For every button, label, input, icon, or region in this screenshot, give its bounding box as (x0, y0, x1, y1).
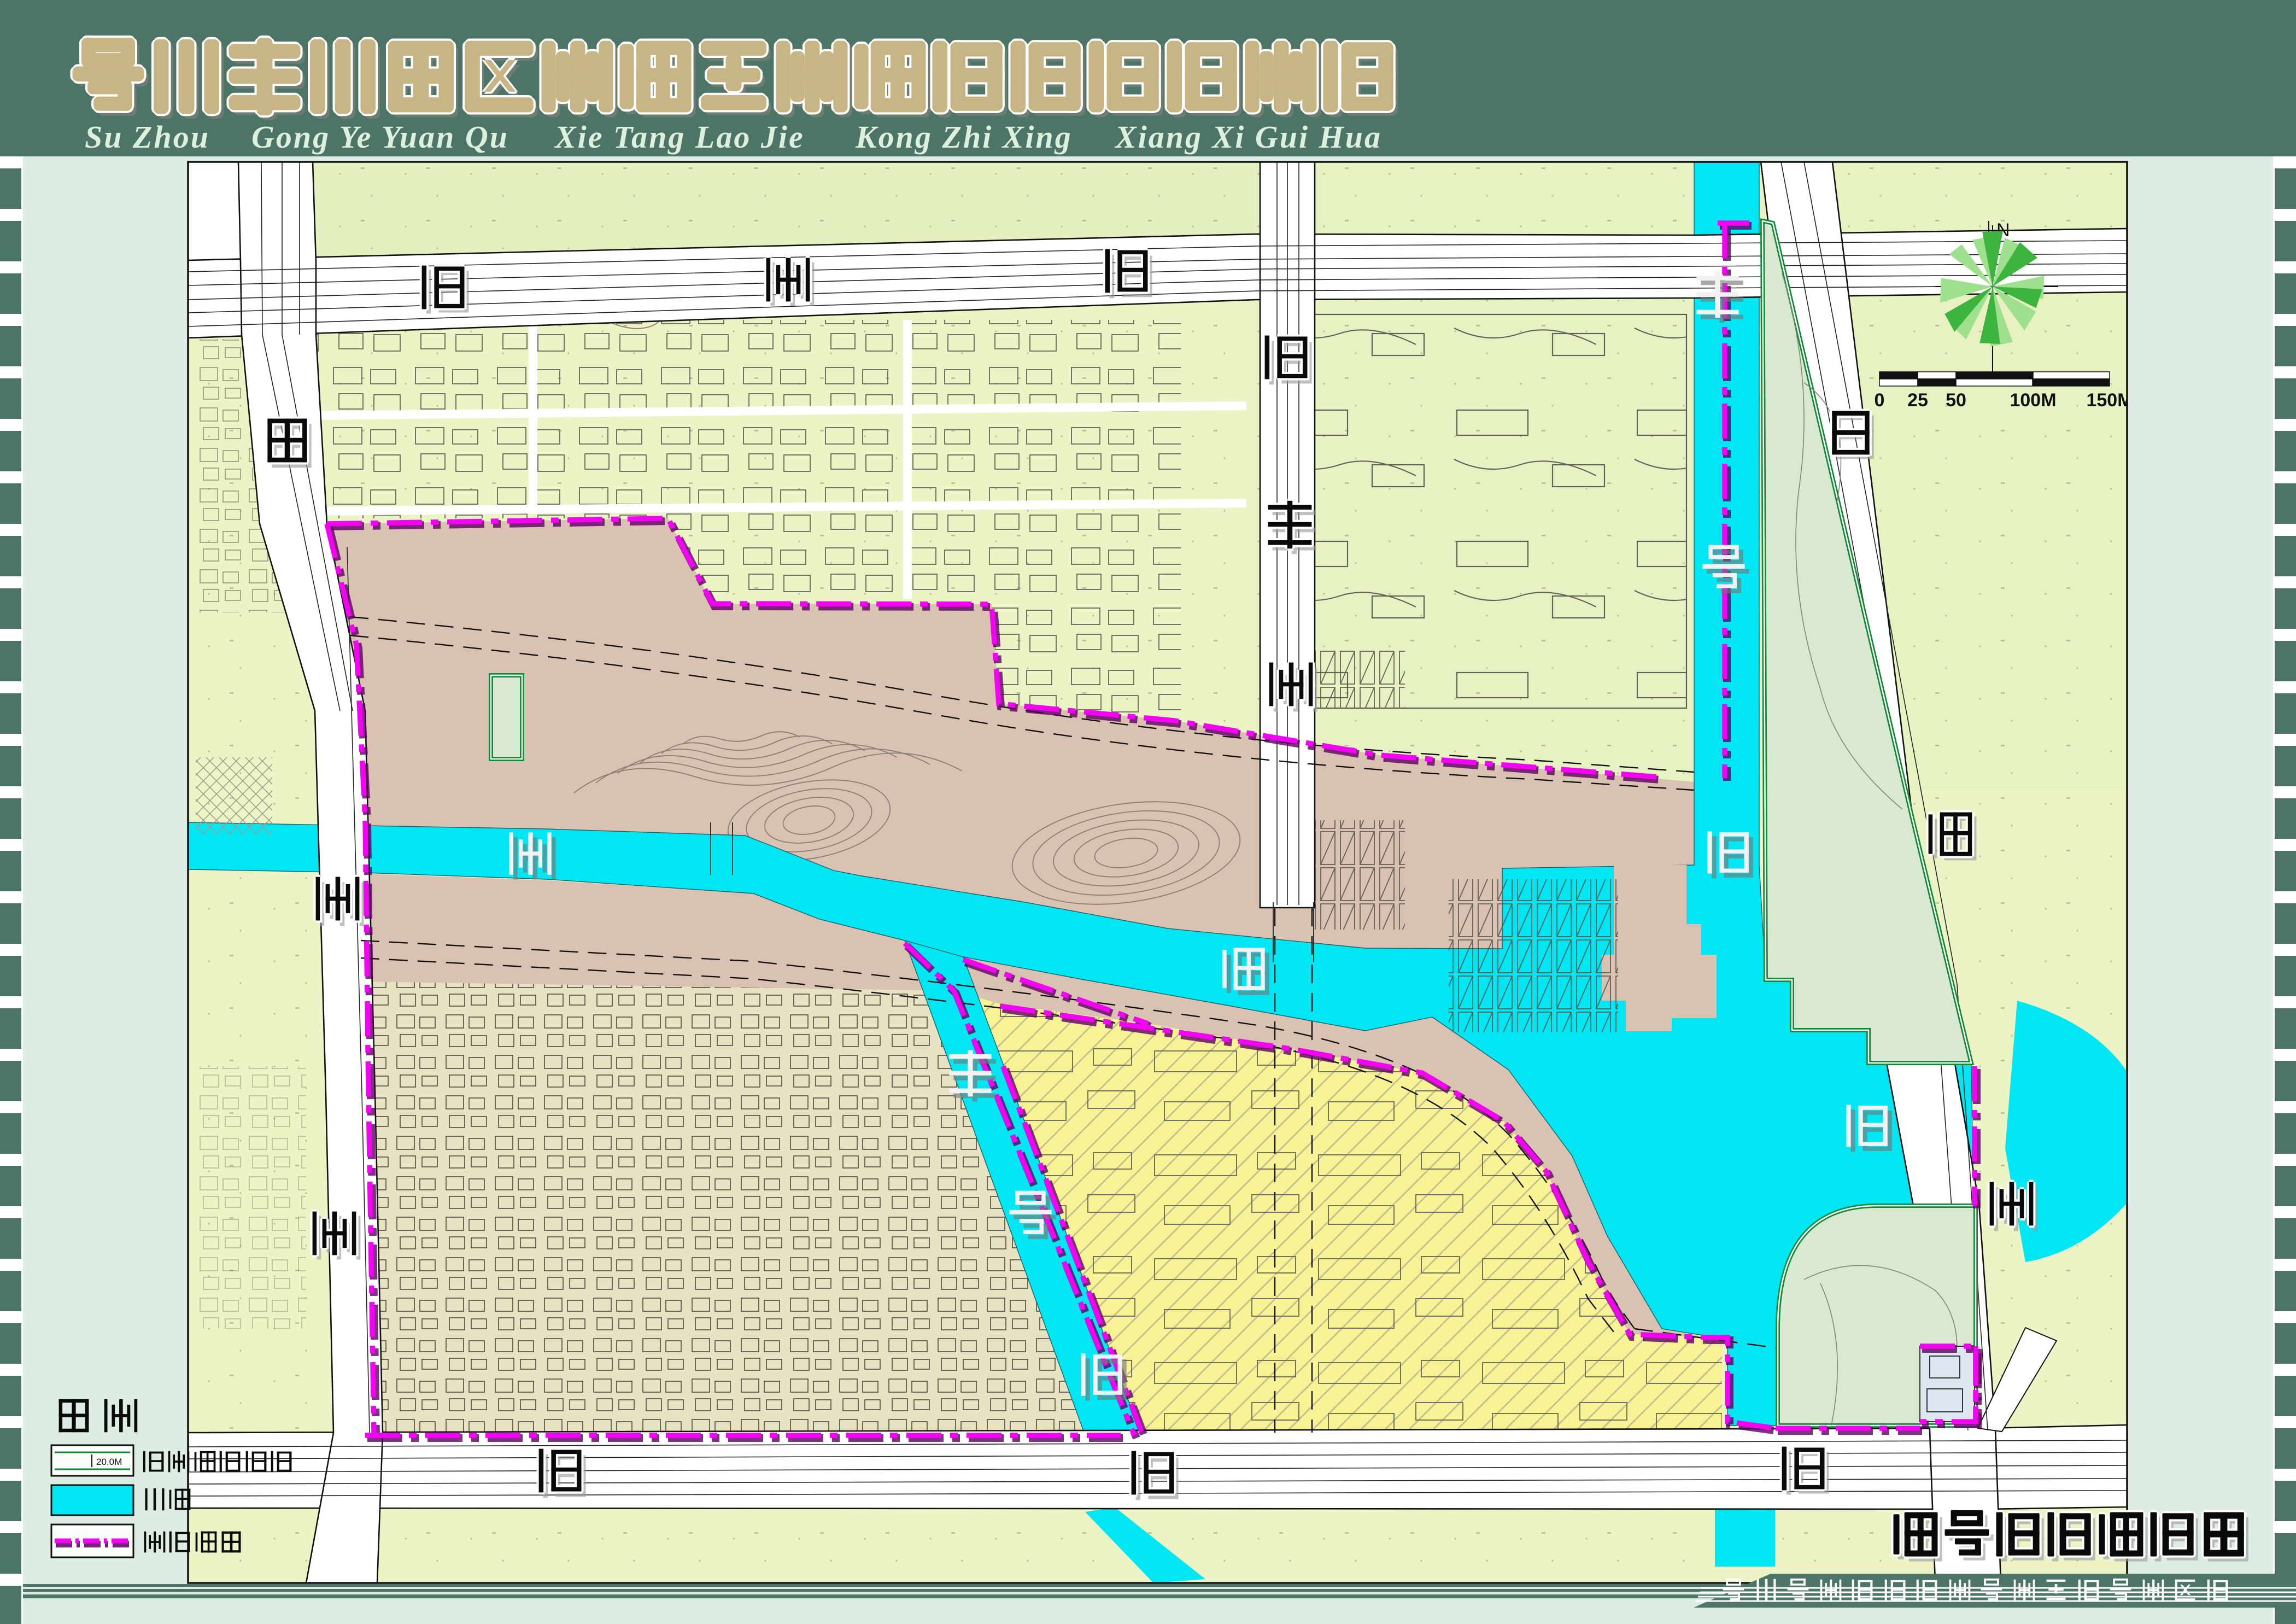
svg-text:Xie Tang Lao Jie: Xie Tang Lao Jie (554, 119, 805, 155)
svg-text:Xiang Xi Gui Hua: Xiang Xi Gui Hua (1114, 119, 1382, 155)
svg-text:150M: 150M (2086, 390, 2133, 411)
svg-text:25: 25 (1907, 390, 1928, 411)
svg-text:20.0M: 20.0M (96, 1457, 122, 1467)
svg-text:Kong Zhi Xing: Kong Zhi Xing (855, 119, 1073, 155)
svg-text:50: 50 (1946, 390, 1966, 411)
svg-text:0: 0 (1875, 390, 1885, 411)
svg-text:100M: 100M (2010, 390, 2056, 411)
svg-text:Su Zhou: Su Zhou (85, 119, 210, 155)
svg-text:Gong Ye Yuan Qu: Gong Ye Yuan Qu (251, 119, 509, 155)
